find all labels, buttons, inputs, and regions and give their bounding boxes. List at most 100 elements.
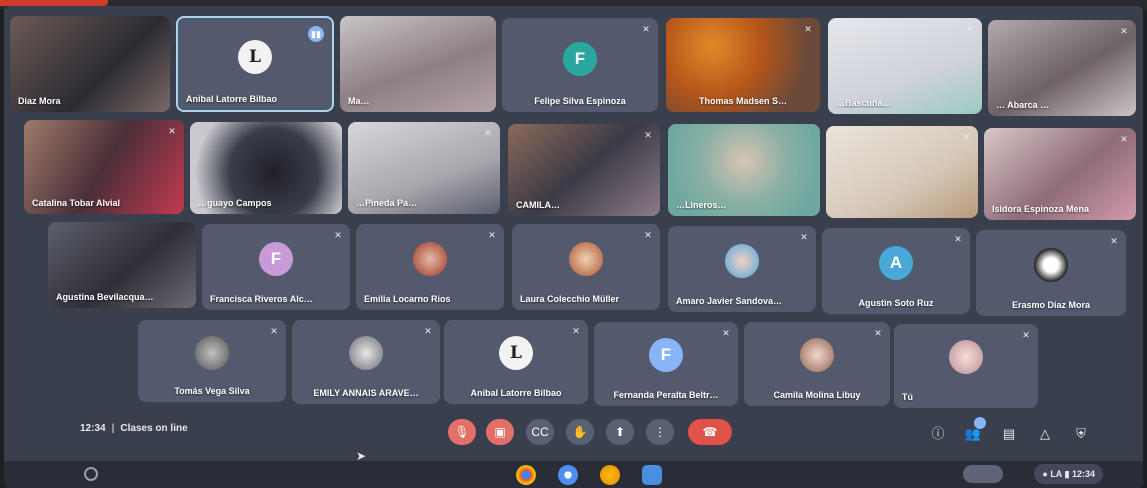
present-icon: ⬆ xyxy=(614,425,626,439)
meeting-screen: Diaz Mora L ▮▮ Anibal Latorre Bilbao Ma…… xyxy=(4,6,1143,488)
more-options-button[interactable]: ⋮ xyxy=(646,419,674,445)
mic-muted-icon: ✕ xyxy=(800,232,808,242)
meeting-details[interactable]: 12:34 | Clases on line xyxy=(80,423,188,434)
speaking-indicator-icon: ▮▮ xyxy=(308,26,324,42)
mic-muted-icon: ✕ xyxy=(270,326,278,336)
mic-off-icon: 🎙 xyxy=(454,425,470,439)
captions-button[interactable]: CC xyxy=(526,419,554,445)
meet-app-icon[interactable] xyxy=(642,465,662,485)
mic-muted-icon: ✕ xyxy=(962,132,970,142)
participant-avatar-photo xyxy=(800,338,834,372)
participant-tile[interactable]: ✕ …Pineda Pa… xyxy=(348,122,500,214)
end-call-button[interactable]: ☎ xyxy=(688,419,732,445)
present-button[interactable]: ⬆ xyxy=(606,419,634,445)
mic-muted-icon: ✕ xyxy=(334,230,342,240)
participant-tile[interactable]: Ma… xyxy=(340,16,496,112)
status-tray[interactable]: ● LA ▮ 12:34 xyxy=(1034,464,1103,484)
participant-tile[interactable]: ✕ Emilia Locarno Rios xyxy=(356,224,504,310)
camera-toggle-button[interactable]: ▣ xyxy=(486,419,514,445)
meeting-time: 12:34 xyxy=(80,423,106,434)
participant-tile[interactable]: ✕ xyxy=(826,126,978,218)
participant-tile[interactable]: ✕ Laura Colecchio Müller xyxy=(512,224,660,310)
participant-avatar: L xyxy=(499,336,533,370)
participant-name: Isidora Espinoza Mena xyxy=(992,204,1090,214)
participant-name: …Lineros… xyxy=(676,200,727,210)
participant-name: Tú xyxy=(902,392,913,402)
mic-muted-icon: ✕ xyxy=(644,130,652,140)
mic-muted-icon: ✕ xyxy=(168,126,176,136)
participant-name: Camila Molina Libuy xyxy=(773,390,861,400)
panda-avatar-photo xyxy=(1034,248,1068,282)
participant-name: Fernanda Peralta Beltr… xyxy=(613,390,719,400)
participant-name: … Abarca … xyxy=(996,100,1050,110)
participant-tile[interactable]: ✕ …Bascuña… xyxy=(828,18,982,114)
mic-toggle-button[interactable]: 🎙 xyxy=(448,419,476,445)
participant-tile[interactable]: Diaz Mora xyxy=(10,16,170,112)
participant-avatar-photo xyxy=(569,242,603,276)
participant-name: …Bascuña… xyxy=(836,98,892,108)
mic-muted-icon: ✕ xyxy=(1120,134,1128,144)
participant-name: Anibal Latorre Bilbao xyxy=(470,388,562,398)
meeting-title: Clases on line xyxy=(120,423,188,434)
files-app-icon[interactable] xyxy=(558,465,578,485)
end-call-icon: ☎ xyxy=(702,425,718,439)
participant-tile[interactable]: ✕ Camila Molina Libuy xyxy=(744,322,890,406)
participant-tile[interactable]: ✕ F Fernanda Peralta Beltr… xyxy=(594,322,738,406)
participant-name: …Pineda Pa… xyxy=(356,198,418,208)
launcher-icon[interactable] xyxy=(84,467,98,481)
tray-quick-toggle[interactable] xyxy=(963,465,1003,483)
chrome-app-icon[interactable] xyxy=(516,465,536,485)
camera-off-icon: ▣ xyxy=(494,425,506,439)
raise-hand-icon: ✋ xyxy=(572,425,588,439)
participant-name: Ma… xyxy=(348,96,370,106)
participant-tile[interactable]: …Lineros… xyxy=(668,124,820,216)
more-vert-icon: ⋮ xyxy=(654,425,666,439)
chat-button[interactable]: ▤ xyxy=(1000,425,1018,443)
self-avatar-photo xyxy=(949,340,983,374)
host-controls-button[interactable]: ⛨ xyxy=(1072,425,1090,443)
mic-muted-icon: ✕ xyxy=(874,328,882,338)
mic-muted-icon: ✕ xyxy=(966,24,974,34)
participant-tile[interactable]: ✕ L Anibal Latorre Bilbao xyxy=(444,320,588,404)
participant-name: Erasmo Diaz Mora xyxy=(1011,300,1091,310)
locale-indicator: LA xyxy=(1050,469,1062,479)
participant-video xyxy=(826,126,978,218)
mic-muted-icon: ✕ xyxy=(644,230,652,240)
participant-tile[interactable]: ✕ … Abarca … xyxy=(988,20,1136,116)
participant-tile[interactable]: …guayo Campos xyxy=(190,122,342,214)
participant-avatar: F xyxy=(649,338,683,372)
participant-tile[interactable]: ✕ Isidora Espinoza Mena xyxy=(984,128,1136,220)
mic-muted-icon: ✕ xyxy=(1120,26,1128,36)
participant-tile[interactable]: ✕ CAMILA… xyxy=(508,124,660,216)
participant-tile[interactable]: ✕ F Felipe Silva Espinoza xyxy=(502,18,658,112)
people-button[interactable]: 👥 xyxy=(964,417,986,443)
participant-name: Felipe Silva Espinoza xyxy=(534,96,626,106)
participant-tile[interactable]: ✕ EMILY ANNAIS ARAVE… xyxy=(292,320,440,404)
meeting-control-bar: 12:34 | Clases on line 🎙 ▣ CC ✋ ⬆ ⋮ ☎ ⓘ 👥 … xyxy=(4,411,1143,461)
participant-name: Emilia Locarno Rios xyxy=(364,294,451,304)
participant-tile[interactable]: ✕ A Agustin Soto Ruz xyxy=(822,228,970,314)
participant-tile[interactable]: ✕ Amaro Javier Sandova… xyxy=(668,226,816,312)
participant-name: Thomas Madsen S… xyxy=(698,96,788,106)
meeting-info-button[interactable]: ⓘ xyxy=(929,425,947,443)
battery-icon: ▮ xyxy=(1064,469,1070,479)
participant-name: …guayo Campos xyxy=(198,198,272,208)
mic-muted-icon: ✕ xyxy=(722,328,730,338)
participant-name: Francisca Riveros Alc… xyxy=(210,294,313,304)
participant-name: Catalina Tobar Alvial xyxy=(32,198,121,208)
participant-tile[interactable]: ✕ Thomas Madsen S… xyxy=(666,18,820,112)
people-count-badge xyxy=(974,417,986,429)
raise-hand-button[interactable]: ✋ xyxy=(566,419,594,445)
participant-name: EMILY ANNAIS ARAVE… xyxy=(313,388,419,398)
participant-tile[interactable]: ✕ F Francisca Riveros Alc… xyxy=(202,224,350,310)
mic-muted-icon: ✕ xyxy=(484,128,492,138)
participant-tile[interactable]: L ▮▮ Anibal Latorre Bilbao xyxy=(176,16,334,112)
self-tile[interactable]: ✕ Tú xyxy=(894,324,1038,408)
participant-name: Amaro Javier Sandova… xyxy=(676,296,783,306)
participant-tile[interactable]: Agustina Bevilacqua… xyxy=(48,222,196,308)
activities-button[interactable]: △ xyxy=(1036,425,1054,443)
participant-tile[interactable]: ✕ Tomás Vega Silva xyxy=(138,320,286,402)
participant-tile[interactable]: ✕ Catalina Tobar Alvial xyxy=(24,120,184,214)
app-icon[interactable] xyxy=(600,465,620,485)
participant-tile[interactable]: ✕ Erasmo Diaz Mora xyxy=(976,230,1126,316)
